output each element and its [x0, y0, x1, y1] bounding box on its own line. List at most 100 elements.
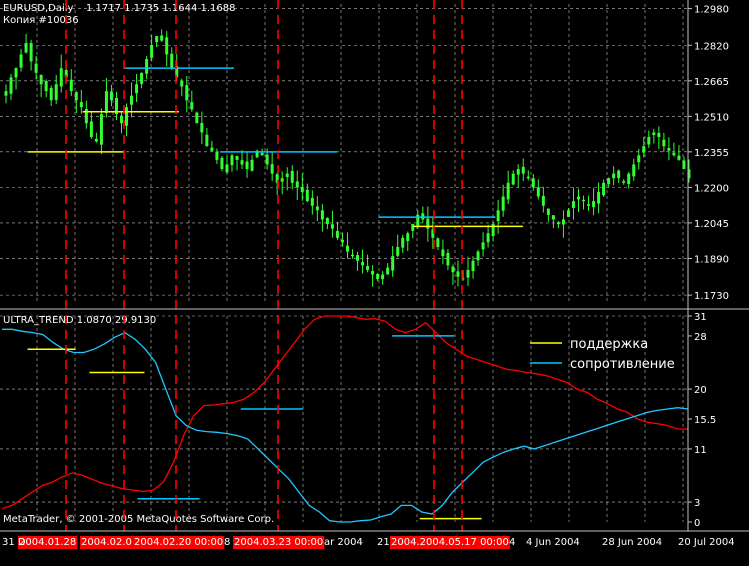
candle-body	[446, 252, 450, 266]
candle-body	[571, 201, 575, 208]
date-label: 8	[224, 537, 230, 548]
candle-body	[531, 178, 535, 188]
candle-body	[481, 242, 485, 250]
candle-body	[426, 218, 430, 229]
candle-body	[29, 42, 33, 62]
candle-body	[79, 102, 83, 108]
candle-body	[662, 139, 666, 147]
candle-body	[165, 37, 169, 55]
candle-body	[230, 155, 234, 166]
candle-body	[592, 201, 596, 208]
candle-body	[335, 231, 339, 238]
candle-body	[376, 274, 380, 280]
candle-body	[436, 238, 440, 247]
indicator-tick-label: 20	[694, 385, 707, 396]
candle-body	[371, 270, 375, 275]
candle-body	[200, 122, 204, 133]
legend-support-label: поддержка	[570, 337, 648, 352]
candle-body	[89, 121, 93, 137]
candle-body	[551, 215, 555, 220]
indicator-tick-label: 15.5	[694, 415, 716, 426]
candle-body	[125, 107, 129, 126]
candle-body	[14, 68, 18, 78]
candle-body	[260, 152, 264, 156]
candle-body	[506, 182, 510, 200]
candle-body	[99, 114, 103, 145]
price-tick-label: 1.1890	[694, 254, 729, 265]
candle-body	[597, 191, 601, 204]
candle-body	[617, 170, 621, 179]
candle-body	[135, 84, 139, 94]
indicator-title: ULTRA_TREND 1.0870 29.9130	[3, 315, 156, 326]
candle-body	[130, 95, 134, 105]
candle-body	[632, 164, 636, 177]
candle-body	[285, 173, 289, 177]
candle-body	[295, 181, 299, 188]
candle-body	[566, 210, 570, 217]
candle-body	[270, 164, 274, 174]
date-label: ar 2004	[324, 537, 363, 548]
candle-body	[74, 92, 78, 101]
candle-body	[622, 181, 626, 183]
candle-body	[34, 63, 38, 73]
candle-body	[682, 160, 686, 170]
candle-body	[250, 159, 254, 171]
candle-body	[225, 164, 229, 173]
candle-body	[541, 195, 545, 206]
date-label-highlighted: 2004.02.0	[81, 537, 132, 548]
candle-body	[466, 269, 470, 278]
candle-body	[657, 132, 661, 137]
candle-body	[396, 246, 400, 256]
candle-body	[386, 267, 390, 275]
price-tick-label: 1.2045	[694, 219, 729, 230]
candle-body	[516, 169, 520, 175]
date-label: 4 Jun 2004	[526, 537, 580, 548]
candle-body	[561, 219, 565, 225]
candle-body	[94, 138, 98, 142]
candle-body	[652, 132, 656, 136]
candle-body	[511, 173, 515, 185]
candle-body	[556, 222, 560, 225]
candle-body	[290, 170, 294, 183]
candle-body	[602, 182, 606, 196]
candle-body	[155, 36, 159, 43]
candle-body	[145, 59, 149, 74]
candle-body	[265, 154, 269, 165]
candle-body	[667, 148, 671, 151]
candle-body	[521, 166, 525, 174]
candle-body	[210, 147, 214, 151]
candle-body	[587, 204, 591, 206]
date-label-highlighted: 2004.03.23 00:00	[234, 537, 323, 548]
candle-body	[39, 74, 43, 85]
candle-body	[49, 87, 53, 101]
candle-body	[627, 173, 631, 184]
candle-body	[325, 217, 329, 225]
candle-body	[170, 53, 174, 69]
candle-body	[160, 35, 164, 41]
date-label: 20 Jul 2004	[678, 537, 735, 548]
price-tick-label: 1.2980	[694, 5, 729, 16]
candle-body	[647, 136, 651, 145]
price-tick-label: 1.2200	[694, 183, 729, 194]
candle-body	[546, 208, 550, 215]
date-label-highlighted: 2004.02.20 00:00	[134, 537, 223, 548]
candle-body	[677, 155, 681, 160]
price-tick-label: 1.1730	[694, 291, 729, 302]
candle-body	[607, 178, 611, 184]
candle-body	[195, 112, 199, 124]
price-tick-label: 1.2510	[694, 112, 729, 123]
candle-body	[315, 206, 319, 211]
candle-body	[220, 157, 224, 170]
candle-body	[501, 196, 505, 211]
chart-canvas[interactable]: 1.2980 1.2820 1.2665 1.2510 1.2355 1.2200 1.20…	[0, 0, 749, 566]
candle-body	[180, 80, 184, 87]
candle-body	[19, 54, 23, 68]
legend-resistance-label: сопротивление	[570, 357, 675, 372]
date-label: 21	[377, 537, 390, 548]
candle-body	[456, 271, 460, 277]
candle-body	[190, 102, 194, 110]
candle-body	[185, 85, 189, 101]
date-label: 4	[509, 537, 515, 548]
candle-body	[351, 254, 355, 257]
price-tick-label: 1.2355	[694, 148, 729, 159]
